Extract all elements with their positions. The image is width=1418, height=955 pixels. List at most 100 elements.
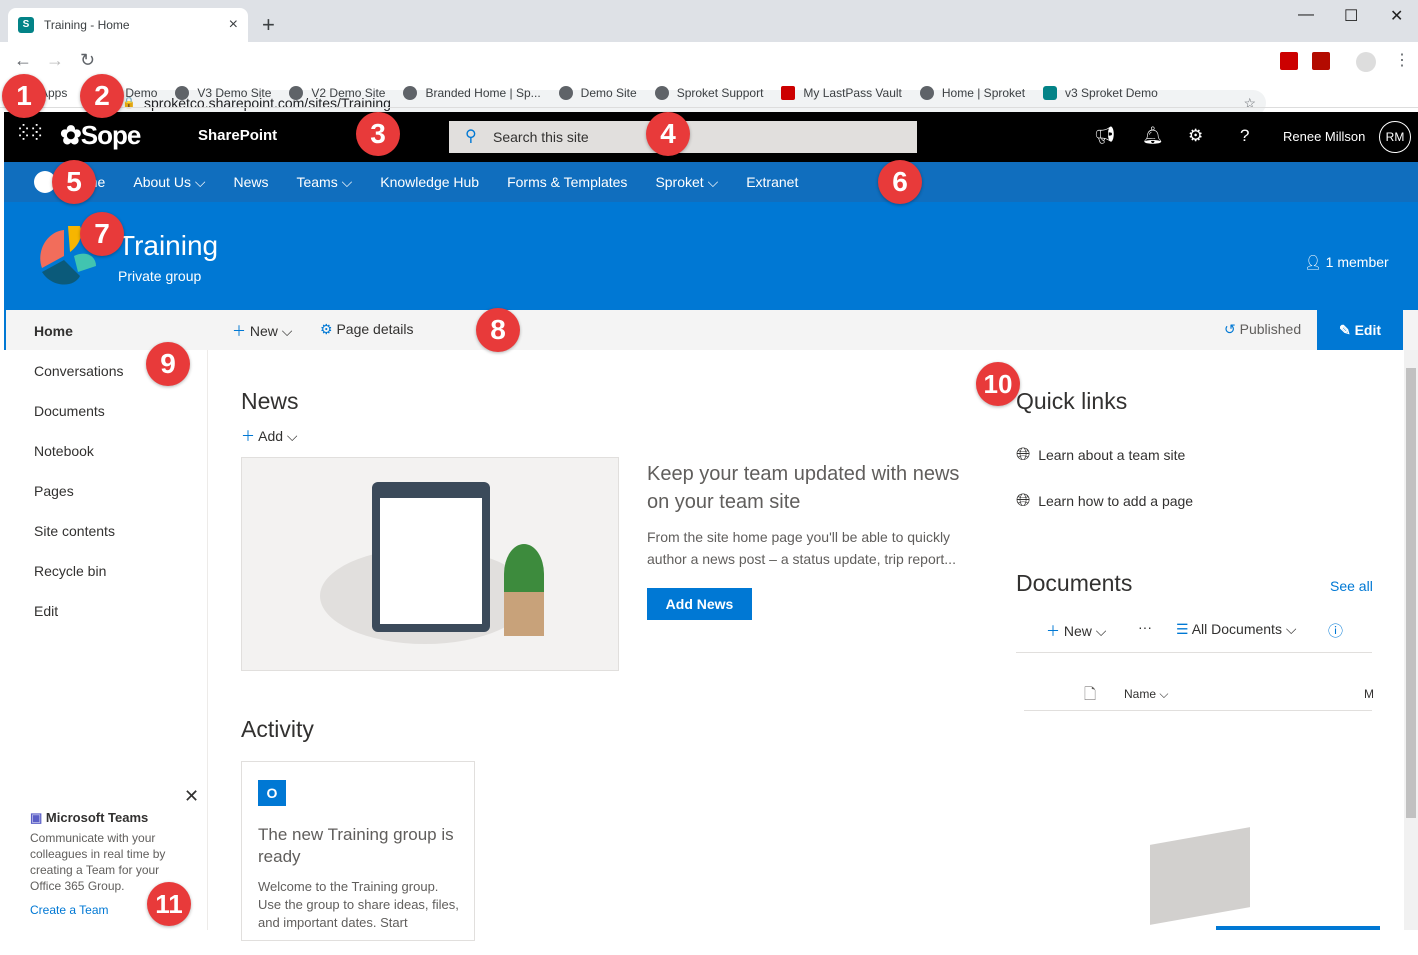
empty-folder-illustration <box>1150 827 1250 925</box>
hub-item-forms-templates[interactable]: Forms & Templates <box>507 174 627 190</box>
help-icon[interactable]: ? <box>1240 126 1249 146</box>
nav-home[interactable]: Home <box>34 323 73 339</box>
bookmark[interactable]: V3 Demo Site <box>175 85 271 100</box>
reload-icon[interactable]: ↻ <box>80 50 95 71</box>
annotation-marker: 5 <box>52 160 96 204</box>
nav-notebook[interactable]: Notebook <box>34 443 94 459</box>
close-tab-icon[interactable]: × <box>229 16 238 34</box>
bookmark[interactable]: Home | Sproket <box>919 85 1025 100</box>
megaphone-icon[interactable]: 📢︎ <box>1094 126 1116 146</box>
page-details-button[interactable]: ⚙ Page details <box>320 321 414 338</box>
bookmark[interactable]: My LastPass Vault <box>781 85 902 100</box>
published-status[interactable]: ↺ Published <box>1224 321 1301 338</box>
edit-button[interactable]: ✎ Edit <box>1317 310 1403 350</box>
hub-item-extranet[interactable]: Extranet <box>746 174 798 190</box>
lastpass-icon <box>781 85 796 100</box>
maximize-icon[interactable]: ☐ <box>1344 6 1358 26</box>
command-bar: ＋ New ⌵ ⚙ Page details ↺ Published ✎ Edi… <box>208 310 1418 350</box>
nav-edit[interactable]: Edit <box>34 603 58 619</box>
member-count[interactable]: 👤︎ 1 member <box>1304 254 1389 271</box>
scrollbar-thumb[interactable] <box>1406 368 1416 818</box>
minimize-icon[interactable]: — <box>1298 6 1314 24</box>
quick-link[interactable]: 🌐︎ Learn about a team site <box>1016 444 1185 465</box>
gear-icon[interactable]: ⚙ <box>1188 126 1203 146</box>
person-icon: 👤︎ <box>1304 254 1322 270</box>
menu-kebab-icon[interactable]: ⋮ <box>1394 50 1410 70</box>
annotation-marker: 6 <box>878 160 922 204</box>
view-selector[interactable]: ☰ All Documents ⌵ <box>1176 621 1296 638</box>
close-window-icon[interactable]: ✕ <box>1390 6 1403 26</box>
teams-icon: ▣ <box>30 810 43 825</box>
scrollbar[interactable] <box>1404 350 1418 930</box>
user-name[interactable]: Renee Millson <box>1283 129 1365 144</box>
more-icon[interactable]: ··· <box>1138 619 1152 635</box>
documents-title: Documents <box>1016 570 1133 596</box>
app-launcher-icon[interactable]: ⁘⁘ ⁘⁘ <box>16 120 44 145</box>
news-illustration <box>241 457 619 671</box>
bookmark[interactable]: Sproket Support <box>654 85 763 100</box>
gear-icon: ⚙ <box>320 321 333 337</box>
annotation-marker: 11 <box>147 882 191 926</box>
sharepoint-link[interactable]: SharePoint <box>198 127 277 144</box>
bookmarks-bar: Apps Demo V3 Demo Site V2 Demo Site Bran… <box>0 78 1418 108</box>
news-headline: Keep your team updated with news on your… <box>647 463 960 513</box>
browser-tab-strip: S Training - Home × + — ☐ ✕ <box>0 0 1418 42</box>
add-news-link[interactable]: ＋ Add ⌵ <box>241 426 298 446</box>
tab-title: Training - Home <box>44 18 130 32</box>
add-news-button[interactable]: Add News <box>647 588 752 620</box>
hub-item-sproket[interactable]: Sproket ⌵ <box>655 174 718 191</box>
browser-tab[interactable]: S Training - Home × <box>8 8 248 42</box>
plus-icon: ＋ <box>232 323 246 339</box>
globe-icon <box>175 85 190 100</box>
new-button[interactable]: ＋ New ⌵ <box>232 321 292 341</box>
nav-documents[interactable]: Documents <box>34 403 105 419</box>
hub-item-news[interactable]: News <box>233 174 268 190</box>
bookmark[interactable]: V2 Demo Site <box>289 85 385 100</box>
forward-icon[interactable]: → <box>46 50 64 71</box>
nav-conversations[interactable]: Conversations <box>34 363 124 379</box>
annotation-marker: 7 <box>80 212 124 256</box>
company-logo[interactable]: ✿Sope <box>60 120 141 151</box>
activity-card[interactable]: O The new Training group is ready Welcom… <box>241 761 475 941</box>
annotation-marker: 1 <box>2 74 46 118</box>
divider <box>1024 710 1372 711</box>
activity-title: Activity <box>241 716 314 742</box>
see-all-link[interactable]: See all <box>1330 578 1373 594</box>
lastpass-extension-icon[interactable] <box>1280 52 1298 70</box>
bell-icon[interactable]: 🔔︎ <box>1142 126 1164 146</box>
new-tab-icon[interactable]: + <box>262 12 275 38</box>
site-privacy: Private group <box>118 268 202 284</box>
profile-icon[interactable] <box>1356 52 1376 72</box>
hub-navigation: Home About Us ⌵ News Teams ⌵ Knowledge H… <box>4 162 1418 202</box>
sharepoint-icon <box>1043 85 1058 100</box>
globe-icon: 🌐︎ <box>1016 490 1031 510</box>
name-column-header[interactable]: Name ⌵ <box>1124 687 1168 702</box>
hub-item-teams[interactable]: Teams ⌵ <box>296 174 352 191</box>
avatar[interactable]: RM <box>1379 121 1411 153</box>
address-row: ← → ↻ 🔒 sproketco.sharepoint.com/sites/Tr… <box>0 42 1418 116</box>
annotation-marker: 8 <box>476 308 520 352</box>
back-icon[interactable]: ← <box>14 50 32 71</box>
hub-item-about-us[interactable]: About Us ⌵ <box>133 174 205 191</box>
modified-column-header[interactable]: M <box>1364 687 1374 701</box>
search-placeholder: Search this site <box>493 129 589 145</box>
progress-bar <box>1216 926 1380 930</box>
search-icon: ⚲ <box>465 128 477 145</box>
hub-item-knowledge-hub[interactable]: Knowledge Hub <box>380 174 479 190</box>
nav-recycle-bin[interactable]: Recycle bin <box>34 563 106 579</box>
bookmark[interactable]: Demo Site <box>558 85 637 100</box>
bookmark[interactable]: v3 Sproket Demo <box>1043 85 1158 100</box>
nav-pages[interactable]: Pages <box>34 483 74 499</box>
bookmark[interactable]: Demo <box>125 86 157 100</box>
close-icon[interactable]: ✕ <box>184 787 199 805</box>
file-icon: 🗋 <box>1084 686 1097 703</box>
nav-site-contents[interactable]: Site contents <box>34 523 115 539</box>
list-icon: ☰ <box>1176 621 1189 637</box>
teams-title: Microsoft Teams <box>45 810 149 825</box>
quick-link[interactable]: 🌐︎ Learn how to add a page <box>1016 490 1193 511</box>
doc-new-button[interactable]: ＋ New ⌵ <box>1046 621 1106 641</box>
pdf-extension-icon[interactable] <box>1312 52 1330 70</box>
info-icon[interactable]: ⓘ <box>1328 620 1343 641</box>
divider <box>1016 652 1372 653</box>
bookmark[interactable]: Branded Home | Sp... <box>403 85 541 100</box>
